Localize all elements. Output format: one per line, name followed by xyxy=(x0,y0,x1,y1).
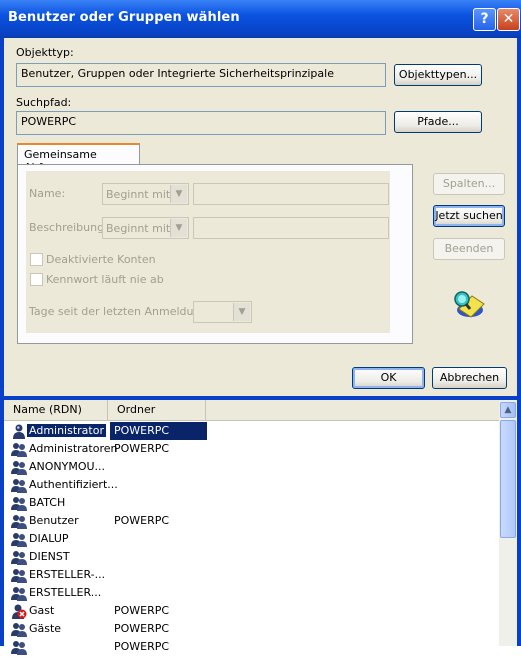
group-icon xyxy=(11,459,27,475)
disabled-accounts-checkbox[interactable] xyxy=(30,253,43,266)
row-name: ERSTELLER... xyxy=(29,586,102,599)
row-folder: POWERPC xyxy=(114,604,170,617)
row-folder: POWERPC xyxy=(114,424,170,437)
scroll-up-icon[interactable]: ▲ xyxy=(500,402,516,418)
name-mode-value: Beginnt mit xyxy=(106,188,171,201)
group-icon xyxy=(11,495,27,511)
name-mode-select[interactable]: Beginnt mit ▼ xyxy=(102,183,189,205)
chevron-down-icon: ▼ xyxy=(170,219,187,237)
table-row[interactable]: DIENST xyxy=(4,548,499,566)
group-icon xyxy=(11,513,27,529)
group-icon xyxy=(11,477,27,493)
row-name: Gäste xyxy=(29,622,62,635)
table-row[interactable]: POWERPC xyxy=(4,638,499,656)
row-folder: POWERPC xyxy=(114,622,170,635)
table-row[interactable]: BATCH xyxy=(4,494,499,512)
columns-button[interactable]: Spalten... xyxy=(433,173,505,195)
table-row[interactable]: Gast POWERPC xyxy=(4,602,499,620)
table-row[interactable]: ERSTELLER... xyxy=(4,584,499,602)
table-row[interactable]: Authentifiziert... xyxy=(4,476,499,494)
password-never-expires-label: Kennwort läuft nie ab xyxy=(46,273,164,286)
object-type-field: Benutzer, Gruppen oder Integrierte Siche… xyxy=(16,63,386,87)
query-area: Name: Beginnt mit ▼ Beschreibung: Beginn… xyxy=(26,171,390,333)
row-name: ERSTELLER-... xyxy=(29,568,106,581)
description-mode-select[interactable]: Beginnt mit ▼ xyxy=(102,217,189,239)
row-folder: POWERPC xyxy=(114,442,170,455)
row-name: DIENST xyxy=(29,550,70,563)
description-label: Beschreibung: xyxy=(29,221,108,234)
table-row[interactable]: Gäste POWERPC xyxy=(4,620,499,638)
close-button[interactable]: ✕ xyxy=(497,8,520,31)
group-icon xyxy=(11,549,27,565)
row-name: DIALUP xyxy=(29,532,69,545)
description-mode-value: Beginnt mit xyxy=(106,222,171,235)
row-name: Benutzer xyxy=(29,514,79,527)
row-name: Gast xyxy=(29,604,55,617)
search-now-button[interactable]: Jetzt suchen xyxy=(433,205,505,227)
results-list[interactable]: Name (RDN) Ordner Administrator POWERPC Ad… xyxy=(4,400,517,655)
column-header-name[interactable]: Name (RDN) xyxy=(4,400,108,420)
description-input[interactable] xyxy=(193,217,389,239)
group-icon xyxy=(11,567,27,583)
row-folder: POWERPC xyxy=(114,640,170,653)
row-name: Authentifiziert... xyxy=(29,478,118,491)
paths-button[interactable]: Pfade... xyxy=(394,111,482,133)
group-icon xyxy=(11,621,27,637)
row-name: ANONYMOU... xyxy=(29,460,106,473)
name-label: Name: xyxy=(29,187,66,200)
table-row[interactable]: Administrator POWERPC xyxy=(4,422,499,440)
title-bar[interactable]: Benutzer oder Gruppen wählen ? ✕ xyxy=(0,0,521,38)
table-row[interactable]: ERSTELLER-... xyxy=(4,566,499,584)
search-path-field: POWERPC xyxy=(16,111,386,135)
object-type-label: Objekttyp: xyxy=(16,46,74,59)
row-name: Administratoren xyxy=(29,442,118,455)
cancel-button[interactable]: Abbrechen xyxy=(432,367,507,389)
ok-button[interactable]: OK xyxy=(352,367,425,389)
column-header-folder[interactable]: Ordner xyxy=(108,400,206,420)
days-select[interactable]: ▼ xyxy=(193,301,252,323)
table-row[interactable]: ANONYMOU... xyxy=(4,458,499,476)
disabled-accounts-label: Deaktivierte Konten xyxy=(46,253,156,266)
group-icon xyxy=(11,639,27,655)
table-row[interactable]: Administratoren POWERPC xyxy=(4,440,499,458)
vertical-scrollbar[interactable]: ▲ xyxy=(499,400,517,646)
row-folder: POWERPC xyxy=(114,514,170,527)
row-name: BATCH xyxy=(29,496,66,509)
scroll-thumb[interactable] xyxy=(500,420,516,538)
table-row[interactable]: DIALUP xyxy=(4,530,499,548)
table-row[interactable]: Benutzer POWERPC xyxy=(4,512,499,530)
results-header: Name (RDN) Ordner xyxy=(4,400,499,421)
days-since-login-label: Tage seit der letzten Anmeldung: xyxy=(29,305,212,318)
disabled-user-icon xyxy=(11,603,27,619)
name-input[interactable] xyxy=(193,183,389,205)
group-icon xyxy=(11,531,27,547)
tab-common-queries[interactable]: Gemeinsame Abfragen xyxy=(17,143,140,174)
window-title: Benutzer oder Gruppen wählen xyxy=(8,10,240,25)
chevron-down-icon: ▼ xyxy=(170,185,187,203)
dialog-window: Benutzer oder Gruppen wählen ? ✕ Objektt… xyxy=(0,0,521,655)
object-types-button[interactable]: Objekttypen... xyxy=(394,64,482,86)
user-icon xyxy=(11,423,27,439)
group-icon xyxy=(11,585,27,601)
dialog-client-area: Objekttyp: Benutzer, Gruppen oder Integr… xyxy=(4,38,517,396)
search-people-icon xyxy=(454,291,485,318)
tab-panel: Name: Beginnt mit ▼ Beschreibung: Beginn… xyxy=(17,164,413,344)
search-path-label: Suchpfad: xyxy=(16,96,72,109)
chevron-down-icon: ▼ xyxy=(233,303,250,321)
password-never-expires-checkbox[interactable] xyxy=(30,273,43,286)
row-name: Administrator xyxy=(27,424,106,437)
stop-button[interactable]: Beenden xyxy=(433,238,505,260)
help-button[interactable]: ? xyxy=(473,8,496,31)
group-icon xyxy=(11,441,27,457)
